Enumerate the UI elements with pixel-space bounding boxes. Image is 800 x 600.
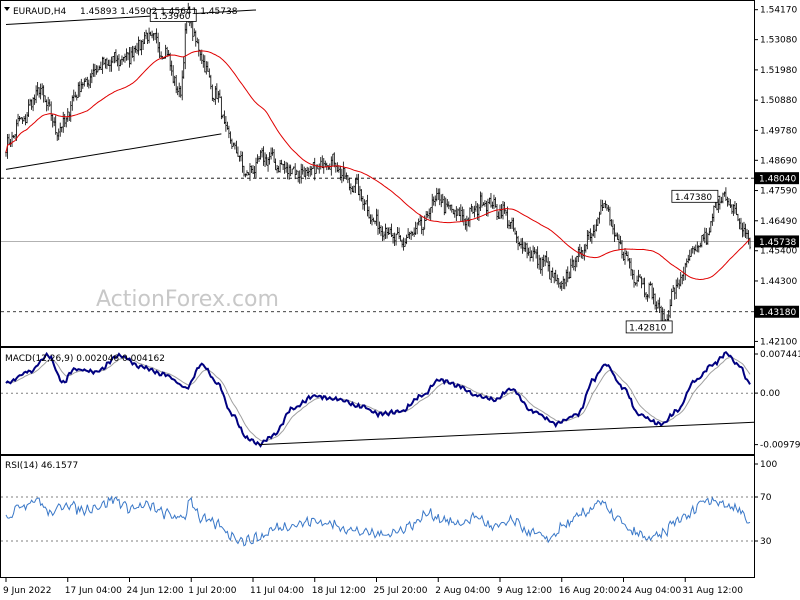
x-axis-tick-label: 16 Aug 20:00 <box>559 586 620 596</box>
x-axis-tick-label: 17 Jun 04:00 <box>65 586 122 596</box>
rsi-pane <box>0 455 755 578</box>
watermark: ActionForex.com <box>96 287 279 312</box>
chart-ohlc: 1.45893 1.45902 1.45641 1.45738 <box>80 7 238 17</box>
price-axis-tick-label: 1.50880 <box>760 96 797 106</box>
x-axis-tick-label: 9 Jun 2022 <box>3 586 51 596</box>
price-axis-tick-label: 1.49780 <box>760 126 797 136</box>
rsi-axis-tick-label: 30 <box>760 537 772 547</box>
price-axis-tick-label: 1.51980 <box>760 66 797 76</box>
x-axis-tick-label: 11 Jul 04:00 <box>250 586 304 596</box>
x-axis-tick-label: 18 Jul 12:00 <box>312 586 366 596</box>
chart-svg: ActionForex.com 1.54170 1.53080 1.51980 1.5… <box>0 0 800 596</box>
level-label-0: 1.48040 <box>759 175 796 185</box>
x-axis-tick-label: 24 Aug 04:00 <box>620 586 681 596</box>
price-axis-tick-label: 1.54170 <box>760 6 797 16</box>
rsi-axis-tick-label: 70 <box>760 493 772 503</box>
price-axis-tick-label: 1.44300 <box>760 277 797 287</box>
price-axis-tick-label: 1.48690 <box>760 156 797 166</box>
x-axis-tick-label: 1 Jul 20:00 <box>188 586 237 596</box>
price-axis-tick-label: 1.47590 <box>760 187 797 197</box>
price-axis-tick-label: 1.42100 <box>760 337 797 347</box>
price-header: EURAUD,H4 1.45893 1.45902 1.45641 1.4573… <box>4 7 238 17</box>
x-axis-tick-label: 25 Jul 20:00 <box>373 586 427 596</box>
price-axis-tick-label: 1.45400 <box>760 247 797 257</box>
macd-axis-tick-label: 0.007441 <box>760 350 800 360</box>
annotation-label-1: 1.47380 <box>675 193 712 203</box>
x-axis-tick-label: 9 Aug 12:00 <box>497 586 552 596</box>
price-axis-tick-label: 1.46490 <box>760 217 797 227</box>
level-label-1: 1.45738 <box>759 238 796 248</box>
macd-axis-tick-label: -0.009794 <box>760 441 800 451</box>
x-axis-tick-label: 24 Jun 12:00 <box>126 586 183 596</box>
macd-axis-tick-label: 0.00 <box>760 389 780 399</box>
rsi-axis-tick-label: 100 <box>760 460 777 470</box>
price-axis-tick-label: 1.53080 <box>760 36 797 46</box>
level-label-2: 1.43180 <box>759 308 796 318</box>
chart-symbol: EURAUD,H4 <box>13 7 66 17</box>
x-axis-tick-label: 31 Aug 12:00 <box>682 586 743 596</box>
x-axis-tick-label: 2 Aug 04:00 <box>435 586 490 596</box>
annotation-label-2: 1.42810 <box>629 323 666 333</box>
rsi-title: RSI(14) 46.1577 <box>5 461 78 471</box>
macd-title: MACD(12,26,9) 0.002046 0.004162 <box>5 354 165 364</box>
